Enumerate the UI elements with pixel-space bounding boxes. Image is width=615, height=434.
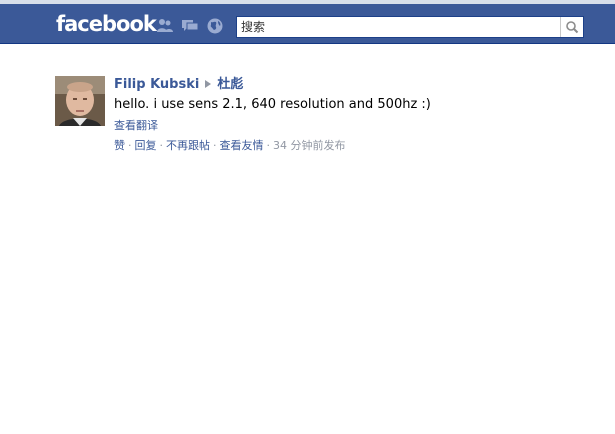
search-bar[interactable]	[236, 16, 584, 38]
avatar[interactable]	[55, 76, 105, 126]
timestamp[interactable]: 34 分钟前发布	[273, 139, 346, 152]
post-header: Filip Kubski 杜彪	[114, 76, 584, 93]
search-magnifier-icon	[566, 21, 579, 34]
reply-link[interactable]: 回复	[135, 139, 157, 152]
post-body: Filip Kubski 杜彪 hello. i use sens 2.1, 64…	[114, 76, 584, 153]
messages-icon[interactable]	[181, 17, 199, 35]
separator-dot: ·	[128, 139, 132, 152]
author-link[interactable]: Filip Kubski	[114, 77, 199, 92]
separator-dot: ·	[213, 139, 217, 152]
unfollow-link[interactable]: 不再跟帖	[166, 139, 210, 152]
see-translation-link[interactable]: 查看翻译	[114, 119, 584, 133]
search-input[interactable]	[241, 18, 559, 36]
like-link[interactable]: 赞	[114, 139, 125, 152]
blue-header-bar: facebook	[0, 4, 615, 44]
post-actions: 赞 · 回复 · 不再跟帖 · 查看友情 · 34 分钟前发布	[114, 139, 584, 153]
arrow-icon	[205, 80, 212, 88]
facebook-logo[interactable]: facebook	[56, 11, 157, 37]
recipient-link[interactable]: 杜彪	[217, 77, 243, 92]
notifications-globe-icon[interactable]	[206, 17, 224, 35]
separator-dot: ·	[266, 139, 271, 152]
see-friendship-link[interactable]: 查看友情	[220, 139, 264, 152]
search-button[interactable]	[560, 17, 583, 37]
separator-dot: ·	[159, 139, 164, 152]
friend-requests-icon[interactable]	[156, 17, 174, 35]
post-message: hello. i use sens 2.1, 640 resolution an…	[114, 97, 431, 112]
